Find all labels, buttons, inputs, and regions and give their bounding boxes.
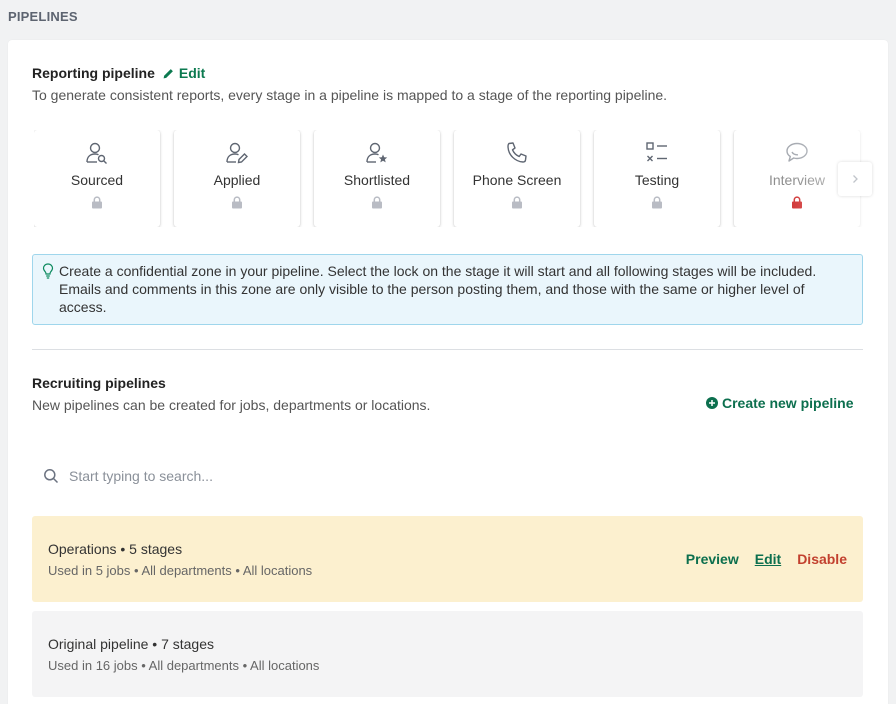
pipeline-meta: Used in 16 jobs • All departments • All … (48, 658, 320, 673)
reporting-pipeline-title: Reporting pipeline (32, 65, 155, 81)
checklist-icon (644, 140, 670, 166)
stage-label: Shortlisted (343, 172, 411, 188)
recruiting-pipelines-title: Recruiting pipelines (32, 375, 166, 391)
stage-card-testing[interactable]: Testing (594, 130, 720, 227)
lock-icon[interactable] (231, 196, 243, 209)
stage-card-shortlisted[interactable]: Shortlisted (314, 130, 440, 227)
pipelines-panel: Reporting pipeline Edit To generate cons… (8, 40, 888, 704)
stage-card-applied[interactable]: Applied (174, 130, 300, 227)
user-search-icon (84, 140, 110, 166)
stage-label: Testing (634, 172, 680, 188)
pipeline-meta: Used in 5 jobs • All departments • All l… (48, 563, 313, 578)
lock-icon[interactable] (651, 196, 663, 209)
section-title: PIPELINES (8, 9, 78, 24)
pipeline-row-operations[interactable]: Operations • 5 stages Used in 5 jobs • A… (32, 516, 863, 602)
info-text: Create a confidential zone in your pipel… (59, 263, 817, 315)
recruiting-pipelines-description: New pipelines can be created for jobs, d… (32, 397, 431, 413)
user-edit-icon (224, 140, 250, 166)
preview-link[interactable]: Preview (686, 551, 739, 567)
edit-link[interactable]: Edit (755, 551, 781, 567)
chat-bubbles-icon (784, 140, 810, 166)
create-new-pipeline-label: Create new pipeline (722, 395, 854, 411)
reporting-edit-button[interactable]: Edit (162, 65, 205, 81)
lock-icon[interactable] (371, 196, 383, 209)
lock-icon[interactable] (91, 196, 103, 209)
stage-card-phone-screen[interactable]: Phone Screen (454, 130, 580, 227)
create-new-pipeline-button[interactable]: Create new pipeline (706, 395, 853, 411)
plus-circle-icon (706, 397, 718, 409)
stage-label: Sourced (70, 172, 124, 188)
pipeline-name: Original pipeline • 7 stages (48, 636, 214, 652)
stage-label: Interview (768, 172, 826, 188)
lock-icon[interactable] (511, 196, 523, 209)
confidential-zone-info: Create a confidential zone in your pipel… (32, 254, 863, 325)
stage-label: Applied (213, 172, 261, 188)
stage-card-sourced[interactable]: Sourced (34, 130, 160, 227)
lightbulb-icon (42, 263, 54, 279)
stage-label: Phone Screen (472, 172, 562, 188)
pipeline-search (32, 460, 863, 492)
reporting-stages-row: Sourced Applied Shortlisted Phone Screen (34, 130, 863, 227)
reporting-edit-label: Edit (178, 65, 206, 81)
pipeline-actions: Preview Edit Disable (686, 551, 847, 567)
user-star-icon (364, 140, 390, 166)
pipeline-search-input[interactable] (32, 460, 863, 492)
reporting-pipeline-header: Reporting pipeline Edit (32, 65, 205, 81)
pipeline-name: Operations • 5 stages (48, 541, 183, 557)
chevron-right-icon (853, 175, 858, 183)
search-icon (44, 469, 59, 484)
disable-link[interactable]: Disable (797, 551, 847, 567)
section-divider (32, 349, 863, 350)
lock-icon[interactable] (791, 196, 803, 209)
pipeline-row-original[interactable]: Original pipeline • 7 stages Used in 16 … (32, 611, 863, 697)
pencil-icon (163, 68, 173, 78)
phone-icon (504, 140, 530, 166)
reporting-pipeline-description: To generate consistent reports, every st… (32, 87, 668, 103)
stages-scroll-right-button[interactable] (838, 162, 872, 196)
